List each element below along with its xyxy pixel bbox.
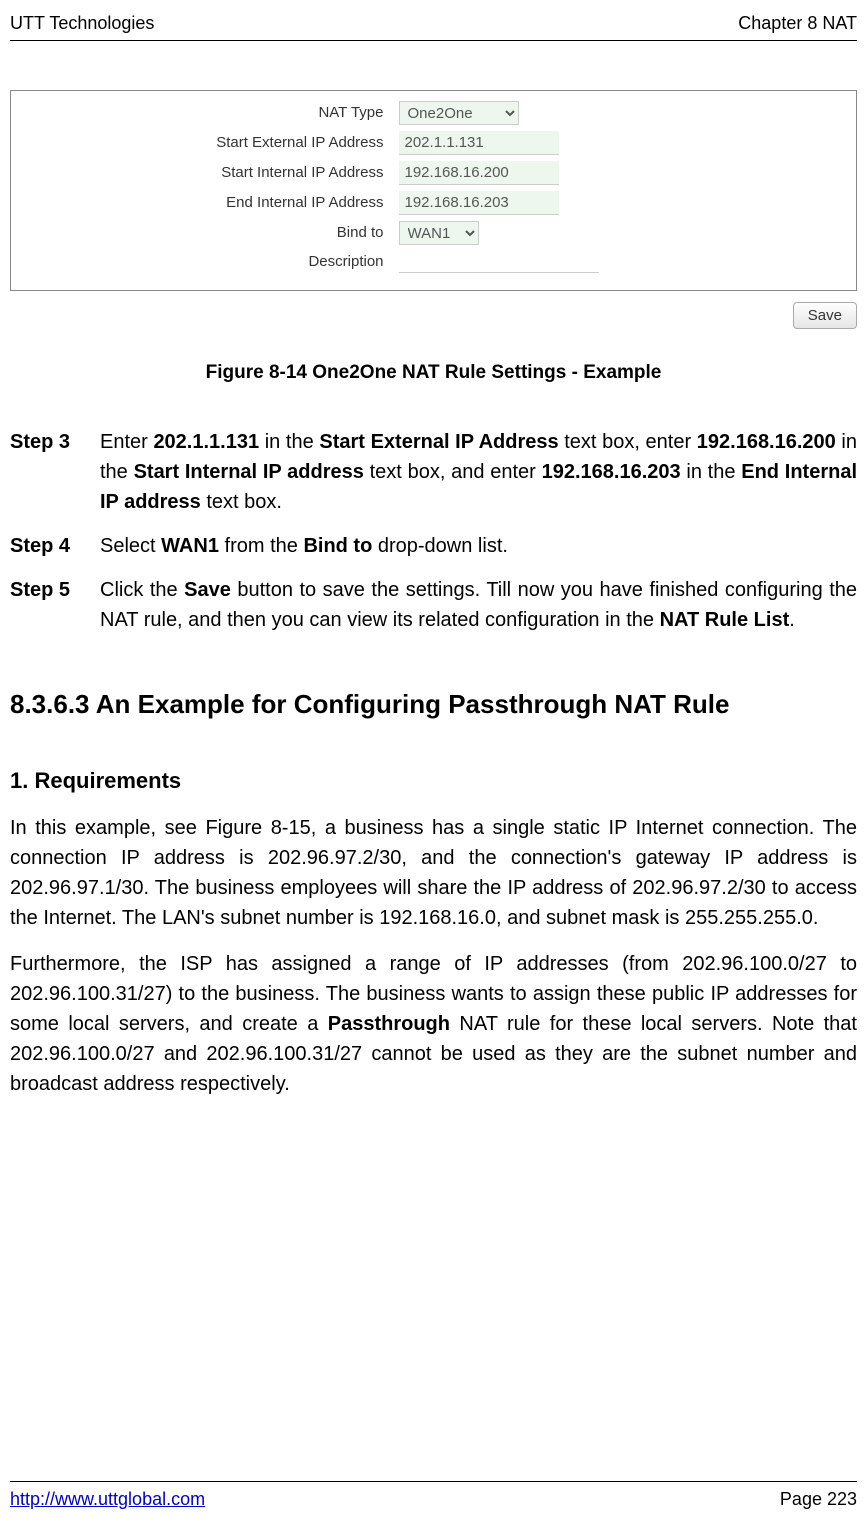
bind-to-select[interactable]: WAN1 [399, 221, 479, 245]
step-5-label: Step 5 [10, 575, 100, 635]
end-int-label: End Internal IP Address [169, 192, 399, 215]
step-3-text: Enter 202.1.1.131 in the Start External … [100, 427, 857, 517]
step-4-text: Select WAN1 from the Bind to drop-down l… [100, 531, 857, 561]
b: Start External IP Address [319, 431, 558, 453]
step-4-label: Step 4 [10, 531, 100, 561]
description-input[interactable] [399, 251, 599, 273]
t: from the [219, 535, 303, 557]
footer-page: Page 223 [780, 1486, 857, 1513]
start-ext-label: Start External IP Address [169, 132, 399, 155]
t: . [789, 609, 795, 631]
figure-caption: Figure 8-14 One2One NAT Rule Settings - … [10, 359, 857, 388]
t: text box, enter [559, 431, 697, 453]
nat-type-label: NAT Type [169, 102, 399, 125]
nat-type-row: NAT Type One2One [169, 101, 689, 125]
b: 192.168.16.200 [697, 431, 836, 453]
page-footer: http://www.uttglobal.com Page 223 [10, 1481, 857, 1513]
figure-screenshot: NAT Type One2One Start External IP Addre… [10, 90, 857, 291]
t: Enter [100, 431, 153, 453]
t: text box, and enter [364, 461, 542, 483]
t: in the [681, 461, 742, 483]
start-int-row: Start Internal IP Address [169, 161, 689, 185]
start-int-input[interactable] [399, 161, 559, 185]
start-ext-input[interactable] [399, 131, 559, 155]
requirements-heading: 1. Requirements [10, 764, 857, 797]
requirements-para1: In this example, see Figure 8-15, a busi… [10, 813, 857, 933]
t: in the [259, 431, 319, 453]
b: WAN1 [161, 535, 219, 557]
form-area: NAT Type One2One Start External IP Addre… [169, 101, 689, 274]
b: Bind to [303, 535, 372, 557]
t: text box. [201, 491, 282, 513]
t: Select [100, 535, 161, 557]
requirements-para2: Furthermore, the ISP has assigned a rang… [10, 949, 857, 1099]
page-header: UTT Technologies Chapter 8 NAT [10, 10, 857, 41]
step-5: Step 5 Click the Save button to save the… [10, 575, 857, 635]
save-button[interactable]: Save [793, 302, 857, 329]
header-left: UTT Technologies [10, 10, 154, 37]
step-5-text: Click the Save button to save the settin… [100, 575, 857, 635]
t: Click the [100, 579, 184, 601]
start-ext-row: Start External IP Address [169, 131, 689, 155]
start-int-label: Start Internal IP Address [169, 162, 399, 185]
save-row: Save [10, 299, 857, 329]
b: 192.168.16.203 [542, 461, 681, 483]
nat-type-select[interactable]: One2One [399, 101, 519, 125]
step-3: Step 3 Enter 202.1.1.131 in the Start Ex… [10, 427, 857, 517]
section-heading: 8.3.6.3 An Example for Configuring Passt… [10, 685, 857, 724]
description-label: Description [169, 251, 399, 274]
header-right: Chapter 8 NAT [738, 10, 857, 37]
b: Save [184, 579, 231, 601]
bind-to-label: Bind to [169, 222, 399, 245]
end-int-row: End Internal IP Address [169, 191, 689, 215]
b: 202.1.1.131 [153, 431, 259, 453]
b: Passthrough [328, 1013, 450, 1035]
bind-to-row: Bind to WAN1 [169, 221, 689, 245]
description-row: Description [169, 251, 689, 274]
t: drop-down list. [372, 535, 508, 557]
step-3-label: Step 3 [10, 427, 100, 517]
step-4: Step 4 Select WAN1 from the Bind to drop… [10, 531, 857, 561]
end-int-input[interactable] [399, 191, 559, 215]
b: Start Internal IP address [134, 461, 364, 483]
b: NAT Rule List [660, 609, 790, 631]
footer-url[interactable]: http://www.uttglobal.com [10, 1486, 205, 1513]
content: NAT Type One2One Start External IP Addre… [10, 90, 857, 1115]
